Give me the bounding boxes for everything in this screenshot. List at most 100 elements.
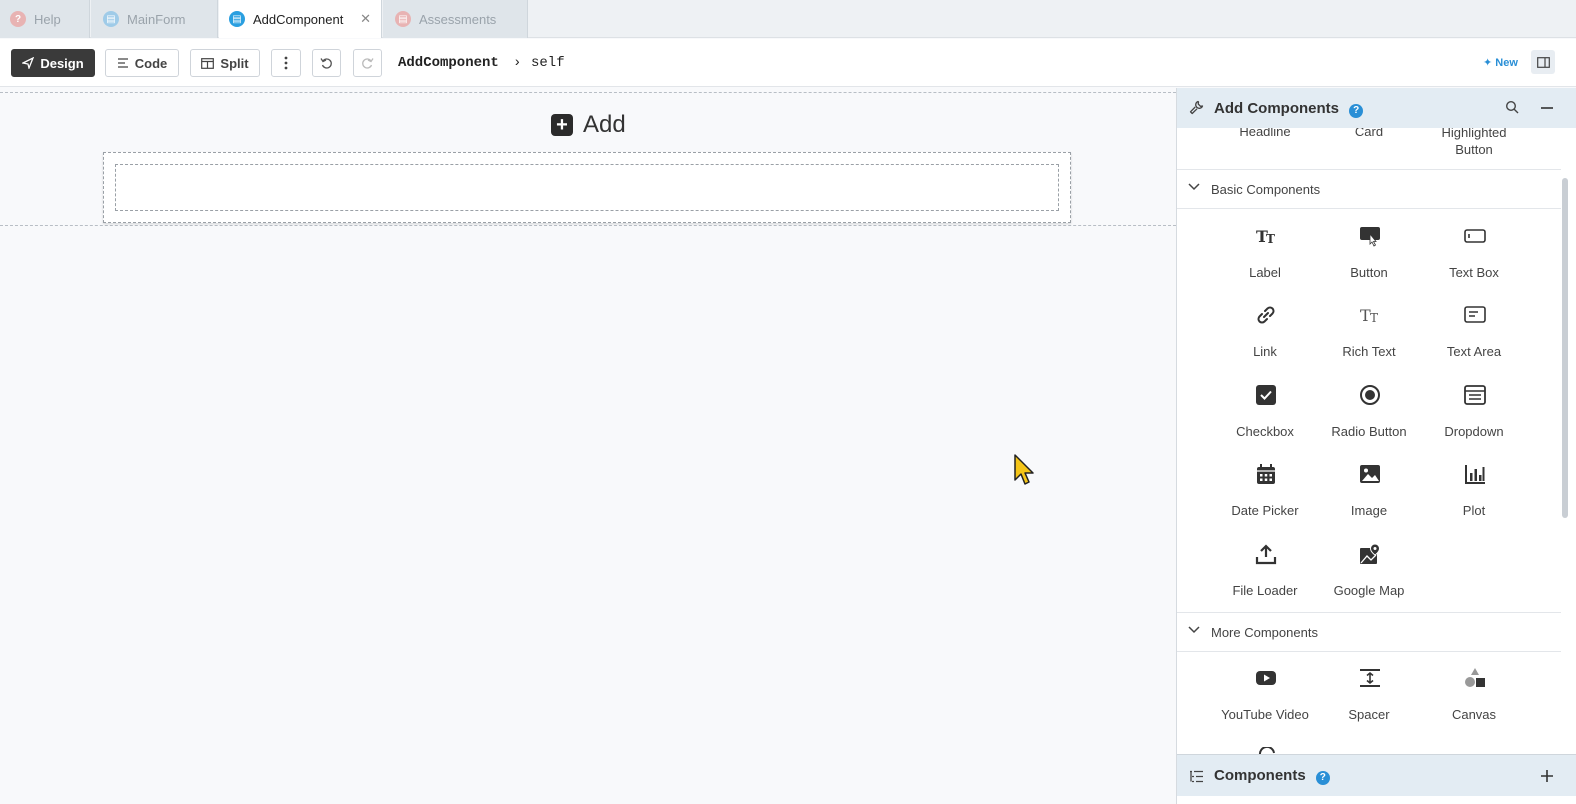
components-title: Components ? — [1214, 767, 1330, 785]
sparkle-icon: ✦ — [1483, 57, 1493, 69]
drop-zone[interactable] — [115, 164, 1059, 211]
split-view-icon — [201, 57, 215, 69]
component-label: File Loader — [1232, 583, 1298, 598]
components-panel-header[interactable]: Components ? — [1177, 754, 1576, 796]
checkbox-icon — [1256, 385, 1276, 405]
help-icon[interactable]: ? — [1315, 770, 1330, 785]
new-label: New — [1495, 57, 1518, 69]
tab-help[interactable]: ? Help — [0, 0, 90, 38]
toolbar: Design Code Split AddComponent › self ✦ … — [0, 39, 1576, 87]
component-label: Image — [1350, 503, 1388, 518]
component-text-area[interactable]: Text Area — [1422, 304, 1526, 364]
component-label: Label — [1249, 265, 1281, 280]
component-file-loader[interactable]: File Loader — [1213, 543, 1317, 603]
section-basic-components[interactable]: Basic Components — [1177, 169, 1561, 209]
component-label: Checkbox — [1236, 424, 1294, 439]
toggle-panel-button[interactable] — [1531, 50, 1555, 74]
redo-icon — [362, 57, 374, 69]
components-title-text: Components — [1214, 767, 1306, 784]
component-canvas[interactable]: Canvas — [1422, 667, 1526, 727]
section-more-components[interactable]: More Components — [1177, 612, 1561, 652]
button-click-icon — [1360, 227, 1380, 247]
component-google-map[interactable]: Google Map — [1317, 543, 1421, 603]
kebab-icon — [284, 56, 288, 70]
component-spacer[interactable]: Spacer — [1317, 667, 1421, 727]
rich-text-icon: TT — [1360, 306, 1378, 325]
tab-bar: ? Help ▤ MainForm ▤ AddComponent ✕ ▤ Ass… — [0, 0, 1576, 38]
help-icon: ? — [10, 11, 26, 27]
bar-chart-icon — [1465, 465, 1485, 484]
link-icon — [1257, 306, 1275, 324]
design-label: Design — [40, 55, 84, 71]
more-options-button[interactable] — [271, 49, 301, 77]
tab-mainform[interactable]: ▤ MainForm — [91, 0, 218, 38]
panel-title-text: Add Components — [1214, 100, 1339, 117]
split-button[interactable]: Split — [190, 49, 260, 77]
panel-scrollbar[interactable] — [1562, 178, 1568, 518]
component-label: Card — [1354, 128, 1384, 139]
dropdown-icon — [1464, 385, 1486, 405]
component-label: Google Map — [1333, 583, 1405, 598]
card-container[interactable] — [103, 152, 1071, 223]
map-pin-icon — [1360, 543, 1381, 564]
component-youtube-video[interactable]: YouTube Video — [1213, 667, 1317, 727]
component-label-item[interactable]: TT Label — [1213, 225, 1317, 285]
paper-plane-icon — [22, 57, 35, 69]
form-area[interactable]: + Add — [0, 92, 1176, 226]
shapes-icon — [1465, 668, 1485, 687]
plus-square-icon: + — [551, 114, 573, 136]
add-heading[interactable]: + Add — [551, 111, 626, 139]
component-radio-button[interactable]: Radio Button — [1317, 384, 1421, 444]
component-label: Plot — [1462, 503, 1486, 518]
minimize-icon[interactable] — [1541, 107, 1553, 109]
database-icon: ▤ — [395, 11, 411, 27]
component-button[interactable]: Button — [1317, 225, 1421, 285]
component-image[interactable]: Image — [1317, 463, 1421, 523]
calendar-icon — [1257, 464, 1275, 484]
lines-icon — [117, 58, 128, 68]
spacer-icon — [1360, 669, 1380, 687]
component-label: Headline — [1239, 128, 1291, 139]
panel-title: Add Components ? — [1214, 100, 1364, 118]
undo-button[interactable] — [312, 49, 341, 77]
component-text-box[interactable]: Text Box — [1422, 225, 1526, 285]
code-button[interactable]: Code — [105, 49, 179, 77]
tab-assessments[interactable]: ▤ Assessments — [383, 0, 528, 38]
partial-component-icon — [1258, 747, 1275, 754]
svg-text:T: T — [1370, 311, 1378, 325]
component-label: Dropdown — [1444, 424, 1504, 439]
component-checkbox[interactable]: Checkbox — [1213, 384, 1317, 444]
component-dropdown[interactable]: Dropdown — [1422, 384, 1526, 444]
plus-icon[interactable] — [1541, 770, 1553, 782]
close-icon[interactable]: ✕ — [360, 11, 371, 27]
breadcrumb-self[interactable]: self — [531, 55, 565, 71]
component-rich-text[interactable]: TT Rich Text — [1317, 304, 1421, 364]
tab-label: AddComponent — [253, 11, 344, 27]
section-label: More Components — [1211, 625, 1318, 640]
component-label: Radio Button — [1331, 424, 1407, 439]
tab-label: Help — [34, 11, 61, 27]
upload-icon — [1255, 544, 1277, 565]
image-icon — [1360, 465, 1380, 483]
breadcrumb-form[interactable]: AddComponent — [398, 55, 499, 71]
document-icon: ▤ — [229, 11, 245, 27]
tab-label: Assessments — [419, 11, 497, 27]
redo-button[interactable] — [353, 49, 382, 77]
help-icon[interactable]: ? — [1349, 103, 1364, 118]
panel-header: Add Components ? — [1177, 88, 1576, 128]
design-button[interactable]: Design — [11, 49, 95, 77]
component-list[interactable]: Headline Card Highlighted Button Basic C… — [1177, 128, 1561, 754]
component-link[interactable]: Link — [1213, 304, 1317, 364]
component-date-picker[interactable]: Date Picker — [1213, 463, 1317, 523]
youtube-icon — [1256, 671, 1276, 685]
component-label: Text Box — [1449, 265, 1499, 280]
component-plot[interactable]: Plot — [1422, 463, 1526, 523]
tab-addcomponent[interactable]: ▤ AddComponent ✕ — [219, 0, 382, 38]
split-label: Split — [220, 55, 249, 71]
text-area-icon — [1464, 306, 1486, 323]
component-label: Date Picker — [1231, 503, 1299, 518]
design-canvas[interactable]: + Add — [0, 88, 1176, 804]
component-label: Button — [1350, 265, 1388, 280]
new-button[interactable]: ✦ New — [1483, 56, 1518, 69]
search-icon[interactable] — [1505, 100, 1519, 114]
